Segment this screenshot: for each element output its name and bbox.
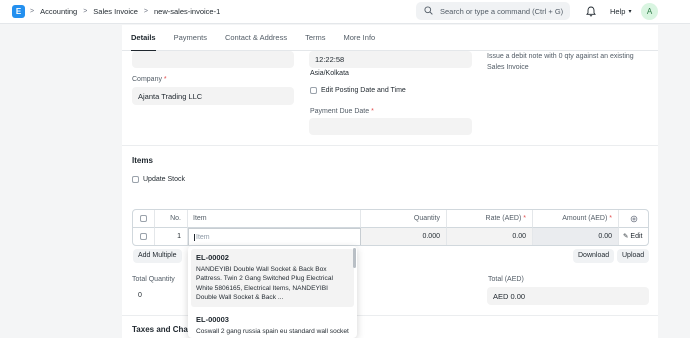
col-no: No. (155, 210, 188, 228)
tab-payments[interactable]: Payments (165, 25, 216, 51)
help-label: Help (610, 7, 626, 16)
breadcrumb-sales-invoice[interactable]: Sales Invoice (93, 7, 138, 16)
timezone-label: Asia/Kolkata (310, 70, 349, 77)
tab-details[interactable]: Details (122, 25, 165, 52)
tab-more-info[interactable]: More Info (335, 25, 385, 51)
payment-due-date-label: Payment Due Date * (310, 108, 374, 115)
dropdown-scrollbar[interactable] (353, 248, 356, 268)
payment-due-date-field[interactable] (309, 118, 472, 135)
col-amount: Amount (AED) * (533, 210, 619, 228)
column-settings-cell (619, 210, 648, 228)
total-label: Total (AED) (488, 276, 524, 283)
item-autocomplete-dropdown: EL-00002 NANDEYIBI Double Wall Socket & … (188, 246, 357, 338)
row-checkbox[interactable] (140, 233, 147, 240)
item-code-input[interactable]: Item (188, 228, 361, 245)
row-no: 1 (155, 228, 188, 245)
gear-icon[interactable] (630, 215, 638, 223)
form-tabs: Details Payments Contact & Address Terms… (122, 25, 658, 52)
company-field[interactable]: Ajanta Trading LLC (132, 87, 294, 105)
company-label: Company * (132, 76, 167, 83)
tab-contact-address[interactable]: Contact & Address (216, 25, 296, 51)
pencil-icon: ✎ (623, 233, 629, 240)
edit-posting-checkbox[interactable] (310, 87, 317, 94)
update-stock-label: Update Stock (143, 176, 186, 183)
tab-terms[interactable]: Terms (296, 25, 334, 51)
edit-posting-label: Edit Posting Date and Time (321, 87, 406, 94)
chevron-down-icon: ▾ (628, 9, 632, 15)
total-field: AED 0.00 (487, 287, 649, 305)
posting-time-field[interactable]: 12:22:58 (309, 51, 472, 68)
row-rate[interactable]: 0.00 (447, 228, 533, 245)
search-input[interactable] (440, 5, 565, 17)
total-value: AED 0.00 (493, 291, 526, 301)
total-quantity-value: 0 (138, 292, 142, 299)
col-item: Item (188, 210, 361, 228)
row-amount: 0.00 (533, 228, 619, 245)
row-checkbox-cell (133, 228, 155, 245)
notification-bell-icon[interactable] (586, 6, 596, 17)
search-icon (424, 6, 433, 15)
breadcrumb-accounting[interactable]: Accounting (40, 7, 77, 16)
breadcrumb: > Accounting > Sales Invoice > new-sales… (30, 7, 220, 16)
dropdown-option[interactable]: EL-00003 Coswall 2 gang russia spain eu … (191, 311, 354, 338)
update-stock-checkbox[interactable] (132, 176, 139, 183)
chevron-right-icon: > (143, 8, 148, 15)
total-quantity-label: Total Quantity (132, 276, 175, 283)
header-checkbox-cell (133, 210, 155, 228)
download-button[interactable]: Download (573, 249, 615, 263)
select-all-checkbox[interactable] (140, 215, 147, 222)
row-quantity[interactable]: 0.000 (361, 228, 447, 245)
items-heading: Items (132, 156, 153, 165)
col-rate: Rate (AED) * (447, 210, 533, 228)
is-return-description: Issue a debit note with 0 qty against an… (487, 53, 634, 71)
section-divider (122, 145, 658, 146)
taxes-heading: Taxes and Charges (132, 325, 188, 334)
navbar: E > Accounting > Sales Invoice > new-sal… (0, 0, 690, 24)
chevron-right-icon: > (30, 8, 35, 15)
row-edit-button[interactable]: ✎ Edit (619, 228, 648, 245)
option-item-description: Coswall 2 gang russia spain eu standard … (196, 327, 349, 335)
add-multiple-button[interactable]: Add Multiple (133, 249, 182, 263)
option-item-code: EL-00002 (196, 253, 229, 262)
app-logo[interactable]: E (12, 5, 25, 18)
awesomebar[interactable] (416, 2, 570, 20)
breadcrumb-current: new-sales-invoice-1 (154, 7, 221, 16)
upload-button[interactable]: Upload (617, 249, 650, 263)
item-placeholder: Item (194, 234, 210, 241)
posting-time-value: 12:22:58 (315, 55, 345, 64)
chevron-right-icon: > (83, 8, 88, 15)
help-dropdown[interactable]: Help ▾ (610, 7, 631, 16)
dropdown-option[interactable]: EL-00002 NANDEYIBI Double Wall Socket & … (191, 249, 354, 307)
option-item-description: NANDEYIBI Double Wall Socket & Back Box … (196, 265, 333, 302)
avatar[interactable]: A (641, 3, 658, 20)
col-quantity: Quantity (361, 210, 447, 228)
edit-label: Edit (630, 233, 643, 240)
company-value: Ajanta Trading LLC (138, 91, 203, 101)
items-table: No. Item Quantity Rate (AED) * Amount (A… (132, 209, 649, 246)
option-item-code: EL-00003 (196, 315, 229, 324)
naming-series-field[interactable] (132, 51, 294, 68)
